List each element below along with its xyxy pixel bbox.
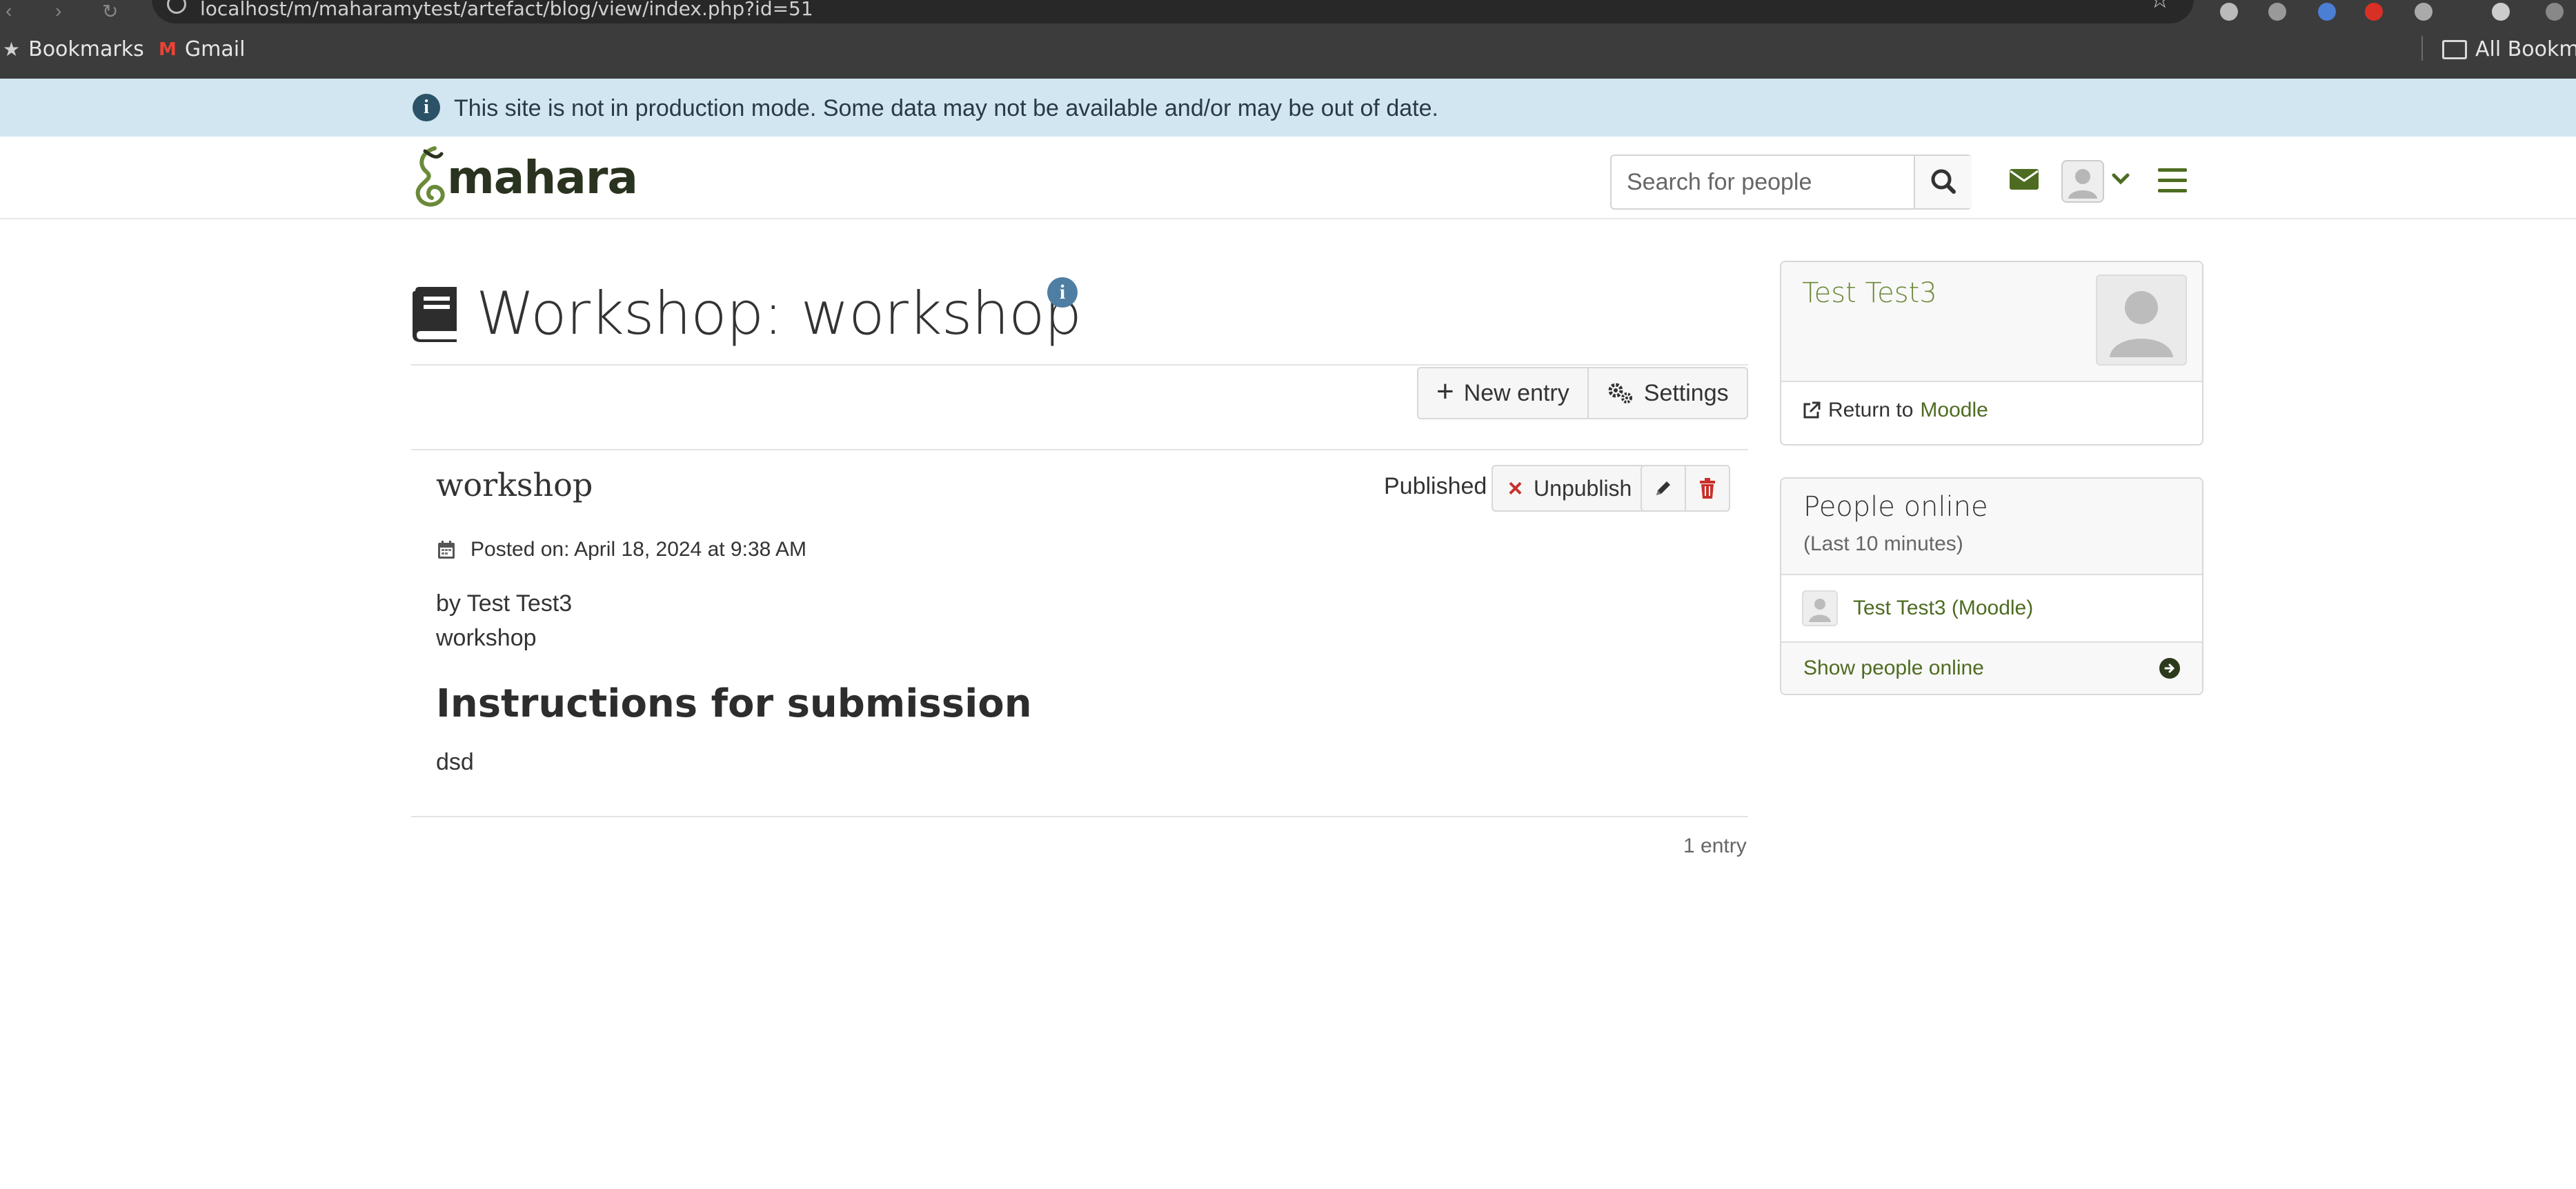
url-text: localhost/m/maharamytest/artefact/blog/v… [200,0,813,20]
people-online-subtitle: (Last 10 minutes) [1803,532,1963,555]
profile-card-header: Test Test3 [1781,262,2202,382]
profile-picture[interactable] [2096,274,2187,366]
reload-icon[interactable]: ↻ [102,0,118,23]
page-title: Workshop: workshop [476,279,1082,348]
star-icon: ★ [3,38,21,61]
divider [411,449,1748,450]
posted-on-text: Posted on: April 18, 2024 at 9:38 AM [470,538,807,561]
delete-button[interactable] [1685,466,1729,510]
page-heading: Workshop: workshop [411,276,1082,352]
gmail-icon: M [159,39,177,60]
show-people-online-link[interactable]: Show people online [1781,641,2202,694]
mail-icon[interactable] [2009,167,2039,192]
info-icon: i [413,94,440,121]
search-icon [1931,169,1956,194]
post-edit-actions [1641,465,1730,512]
search-button[interactable] [1914,156,1972,208]
new-entry-button[interactable]: + New entry [1418,368,1587,418]
person-name: Test Test3 (Moodle) [1853,597,2034,619]
instructions-heading: Instructions for submission [436,681,1032,726]
journal-actions: + New entry Settings [1417,367,1748,419]
avatar [1802,590,1838,626]
unpublish-button[interactable]: × Unpublish [1492,465,1649,512]
return-to-moodle-link[interactable]: Return to Moodle [1802,399,1988,422]
profile-card: Test Test3 Return to Moodle [1780,261,2203,446]
settings-button[interactable]: Settings [1587,368,1747,418]
unpublish-label: Unpublish [1534,475,1632,501]
people-online-card: People online (Last 10 minutes) Test Tes… [1780,477,2203,695]
back-icon[interactable]: ‹ [6,0,12,22]
calendar-icon [438,541,455,559]
extension-icon[interactable] [2268,3,2286,21]
logo-text: mahara [447,150,638,204]
post-body: workshop [436,625,537,651]
user-icon [2110,291,2173,357]
notice-text: This site is not in production mode. Som… [454,95,1438,121]
people-search [1610,154,1972,210]
people-online-title: People online [1803,491,1988,523]
download-icon[interactable] [2492,3,2510,21]
logo-mark-icon [415,146,445,207]
bookmarks-divider [2421,36,2423,61]
bookmark-star-icon[interactable]: ☆ [2150,0,2170,14]
search-input[interactable] [1612,156,1915,208]
extension-icon[interactable] [2318,3,2336,21]
instructions-text: dsd [436,749,474,775]
bookmarks-bar: ★ Bookmarks M Gmail All Bookmarks [0,26,2576,79]
moodle-link[interactable]: Moodle [1920,399,1988,422]
bookmark-bookmarks[interactable]: ★ Bookmarks [3,37,144,61]
user-icon [2068,169,2097,199]
post-status: Published [1384,473,1487,499]
people-online-header: People online (Last 10 minutes) [1781,479,2202,575]
list-item[interactable]: Test Test3 (Moodle) [1802,590,2033,626]
external-link-icon [1803,401,1821,419]
arrow-right-icon [2159,658,2180,679]
all-bookmarks-folder[interactable]: All Bookmarks [2442,37,2576,61]
main-menu-icon[interactable] [2158,168,2187,192]
bookmark-label: Bookmarks [28,37,144,61]
edit-button[interactable] [1642,466,1685,510]
trash-icon [1700,478,1715,499]
profile-icon[interactable] [2546,3,2564,21]
return-label: Return to [1828,399,1914,421]
gears-icon [1608,383,1632,403]
site-notice: i This site is not in production mode. S… [0,79,2576,137]
extensions-puzzle-icon[interactable] [2415,3,2433,21]
bookmark-label: Gmail [184,37,246,61]
bookmark-gmail[interactable]: M Gmail [159,37,245,61]
extension-icon[interactable] [2220,3,2238,21]
divider [411,816,1748,817]
pencil-icon [1656,481,1670,495]
post-title[interactable]: workshop [436,466,593,503]
divider [411,364,1748,366]
user-menu-avatar[interactable] [2061,160,2104,203]
entry-count: 1 entry [1683,835,1747,857]
post-date: Posted on: April 18, 2024 at 9:38 AM [437,538,806,561]
post-author: by Test Test3 [436,590,573,617]
profile-name[interactable]: Test Test3 [1802,277,1937,309]
settings-label: Settings [1643,379,1729,406]
extension-icon[interactable] [2365,3,2383,21]
info-icon[interactable]: i [1047,277,1078,308]
address-bar[interactable]: localhost/m/maharamytest/artefact/blog/v… [152,0,2194,23]
chevron-down-icon[interactable] [2108,167,2133,192]
close-icon: × [1508,474,1523,502]
folder-icon [2442,39,2467,59]
new-entry-label: New entry [1463,379,1569,406]
journal-book-icon [413,287,457,342]
all-bookmarks-label: All Bookmarks [2475,37,2576,61]
mahara-logo[interactable]: mahara [411,146,638,208]
site-header: mahara [0,137,2576,219]
forward-icon[interactable]: › [55,0,61,22]
plus-icon: + [1436,374,1454,408]
user-icon [1809,599,1831,622]
show-people-online-label: Show people online [1803,657,1984,679]
site-info-icon[interactable] [167,0,186,14]
